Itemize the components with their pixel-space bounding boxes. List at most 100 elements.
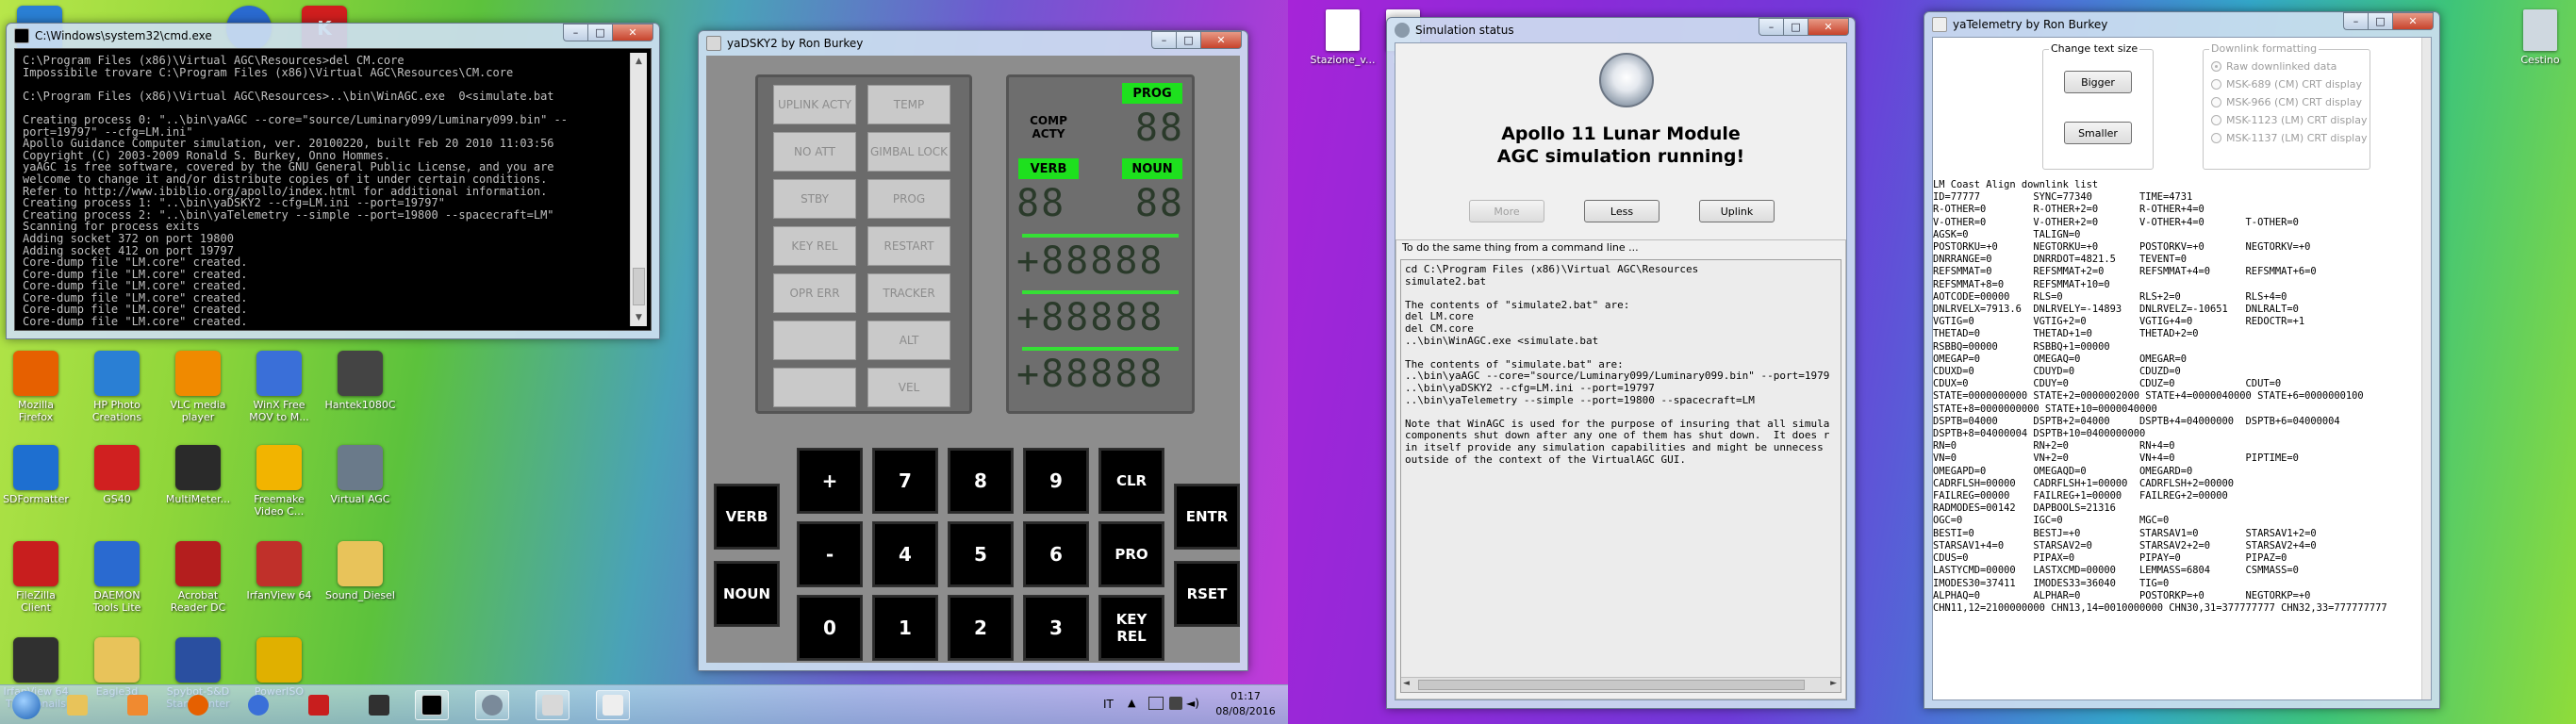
command-text-area[interactable]: cd C:\Program Files (x86)\Virtual AGC\Re… bbox=[1400, 259, 1841, 693]
minimize-button[interactable]: – bbox=[563, 24, 587, 41]
desktop-icon[interactable]: Virtual AGC bbox=[324, 445, 396, 505]
key-0[interactable]: 0 bbox=[797, 595, 863, 661]
desktop-icon[interactable]: Mozilla Firefox bbox=[0, 351, 72, 423]
taskbar-explorer-icon[interactable] bbox=[60, 690, 94, 720]
sim-titlebar[interactable]: Simulation status – □ ✕ bbox=[1387, 18, 1855, 42]
scroll-left-icon[interactable]: ◄ bbox=[1403, 679, 1410, 688]
smaller-button[interactable]: Smaller bbox=[2064, 122, 2132, 144]
desktop-icon[interactable]: Cestino bbox=[2504, 9, 2576, 66]
desktop-icon[interactable]: Sound_Diesel bbox=[324, 541, 396, 601]
desktop-icon[interactable]: WinX Free MOV to M... bbox=[243, 351, 315, 423]
status-lamp: RESTART bbox=[867, 226, 950, 266]
status-lamp: TRACKER bbox=[867, 273, 950, 313]
noun-label: NOUN bbox=[1122, 158, 1182, 179]
desktop-icon[interactable]: Freemake Video C... bbox=[243, 445, 315, 518]
key-3[interactable]: 3 bbox=[1023, 595, 1089, 661]
command-hscrollbar[interactable]: ◄ ► bbox=[1401, 677, 1841, 692]
noun-digits: 88 bbox=[1134, 182, 1184, 225]
entr-key[interactable]: ENTR bbox=[1174, 484, 1240, 550]
key-9[interactable]: 9 bbox=[1023, 448, 1089, 514]
taskbar-firefox-icon[interactable] bbox=[181, 690, 215, 720]
radio-icon[interactable] bbox=[2211, 97, 2221, 107]
key-8[interactable]: 8 bbox=[948, 448, 1014, 514]
desktop-icon[interactable]: FileZilla Client bbox=[0, 541, 72, 614]
key-rel-key[interactable]: KEY REL bbox=[1098, 595, 1164, 661]
uplink-button[interactable]: Uplink bbox=[1699, 200, 1775, 222]
rset-key[interactable]: RSET bbox=[1174, 561, 1240, 627]
radio-icon[interactable] bbox=[2211, 61, 2221, 72]
desktop-icon[interactable]: MultiMeter... bbox=[162, 445, 234, 505]
taskbar-telemetry-icon[interactable] bbox=[596, 690, 630, 720]
scroll-up-icon[interactable]: ▲ bbox=[631, 53, 647, 70]
cmd-client[interactable]: C:\Program Files (x86)\Virtual AGC\Resou… bbox=[14, 48, 652, 331]
tray-network-icon[interactable] bbox=[1148, 697, 1164, 710]
downlink-option[interactable]: MSK-1137 (LM) CRT display bbox=[2211, 129, 2368, 147]
maximize-button[interactable]: □ bbox=[1176, 31, 1200, 49]
key-2[interactable]: 2 bbox=[948, 595, 1014, 661]
hscroll-thumb[interactable] bbox=[1418, 680, 1805, 690]
taskbar-filezilla-icon[interactable] bbox=[302, 690, 336, 720]
dsky-titlebar[interactable]: yaDSKY2 by Ron Burkey – □ ✕ bbox=[699, 31, 1247, 56]
desktop-icon[interactable]: SDFormatter bbox=[0, 445, 72, 505]
downlink-option[interactable]: MSK-689 (CM) CRT display bbox=[2211, 75, 2368, 93]
downlink-option[interactable]: MSK-1123 (LM) CRT display bbox=[2211, 111, 2368, 129]
taskbar-media-icon[interactable] bbox=[121, 690, 155, 720]
key-5[interactable]: 5 bbox=[948, 521, 1014, 587]
verb-key[interactable]: VERB bbox=[714, 484, 780, 550]
scroll-right-icon[interactable]: ► bbox=[1830, 679, 1837, 688]
start-button[interactable] bbox=[8, 690, 45, 720]
telemetry-scrollbar[interactable] bbox=[2421, 38, 2431, 699]
key-1[interactable]: 1 bbox=[872, 595, 938, 661]
downlink-option[interactable]: MSK-966 (CM) CRT display bbox=[2211, 93, 2368, 111]
taskbar-app-icon[interactable] bbox=[241, 690, 275, 720]
tray-chevron-icon[interactable]: ▲ bbox=[1128, 697, 1135, 709]
pro-key[interactable]: PRO bbox=[1098, 521, 1164, 587]
taskbar-irfanview-icon[interactable] bbox=[362, 690, 396, 720]
downlink-option[interactable]: Raw downlinked data bbox=[2211, 58, 2368, 75]
clr-key[interactable]: CLR bbox=[1098, 448, 1164, 514]
telemetry-titlebar[interactable]: yaTelemetry by Ron Burkey – □ ✕ bbox=[1924, 12, 2439, 37]
noun-key[interactable]: NOUN bbox=[714, 561, 780, 627]
close-button[interactable]: ✕ bbox=[2392, 12, 2434, 30]
more-button[interactable]: More bbox=[1469, 200, 1544, 222]
radio-icon[interactable] bbox=[2211, 115, 2221, 125]
taskbar-dsky-icon[interactable] bbox=[536, 690, 570, 720]
cmd-scrollbar[interactable]: ▲ ▼ bbox=[630, 53, 647, 326]
maximize-button[interactable]: □ bbox=[1783, 18, 1808, 36]
maximize-button[interactable]: □ bbox=[2368, 12, 2392, 30]
plus-key[interactable]: + bbox=[797, 448, 863, 514]
close-button[interactable]: ✕ bbox=[612, 24, 653, 41]
desktop-icon[interactable]: HP Photo Creations bbox=[81, 351, 153, 423]
language-indicator[interactable]: IT bbox=[1103, 698, 1114, 711]
taskbar-virtual-agc-icon[interactable] bbox=[475, 690, 509, 720]
desktop-icon[interactable]: IrfanView 64 bbox=[243, 541, 315, 601]
less-button[interactable]: Less bbox=[1584, 200, 1660, 222]
tray-clock[interactable]: 01:17 08/08/2016 bbox=[1213, 689, 1279, 719]
desktop-icon[interactable]: GS40 bbox=[81, 445, 153, 505]
key-4[interactable]: 4 bbox=[872, 521, 938, 587]
tray-flag-icon[interactable] bbox=[1169, 697, 1182, 710]
minus-key[interactable]: - bbox=[797, 521, 863, 587]
desktop-icon[interactable]: VLC media player bbox=[162, 351, 234, 423]
close-button[interactable]: ✕ bbox=[1200, 31, 1242, 49]
key-7[interactable]: 7 bbox=[872, 448, 938, 514]
close-button[interactable]: ✕ bbox=[1808, 18, 1849, 36]
minimize-button[interactable]: – bbox=[2343, 12, 2368, 30]
radio-icon[interactable] bbox=[2211, 133, 2221, 143]
cmd-icon bbox=[14, 28, 29, 43]
desktop-icon[interactable]: DAEMON Tools Lite bbox=[81, 541, 153, 614]
radio-icon[interactable] bbox=[2211, 79, 2221, 90]
desktop-icon[interactable]: Acrobat Reader DC bbox=[162, 541, 234, 614]
minimize-button[interactable]: – bbox=[1151, 31, 1176, 49]
taskbar-cmd-icon[interactable] bbox=[415, 690, 449, 720]
minimize-button[interactable]: – bbox=[1759, 18, 1783, 36]
cmd-titlebar[interactable]: C:\Windows\system32\cmd.exe – □ ✕ bbox=[7, 24, 659, 48]
bigger-button[interactable]: Bigger bbox=[2064, 71, 2132, 93]
scroll-down-icon[interactable]: ▼ bbox=[631, 309, 647, 326]
maximize-button[interactable]: □ bbox=[587, 24, 612, 41]
key-6[interactable]: 6 bbox=[1023, 521, 1089, 587]
desktop-icon-label: IrfanView 64 bbox=[246, 589, 312, 601]
desktop-icon[interactable]: Hantek1080C bbox=[324, 351, 396, 411]
tray-volume-icon[interactable]: ◄) bbox=[1186, 697, 1199, 710]
scroll-thumb[interactable] bbox=[633, 268, 645, 305]
